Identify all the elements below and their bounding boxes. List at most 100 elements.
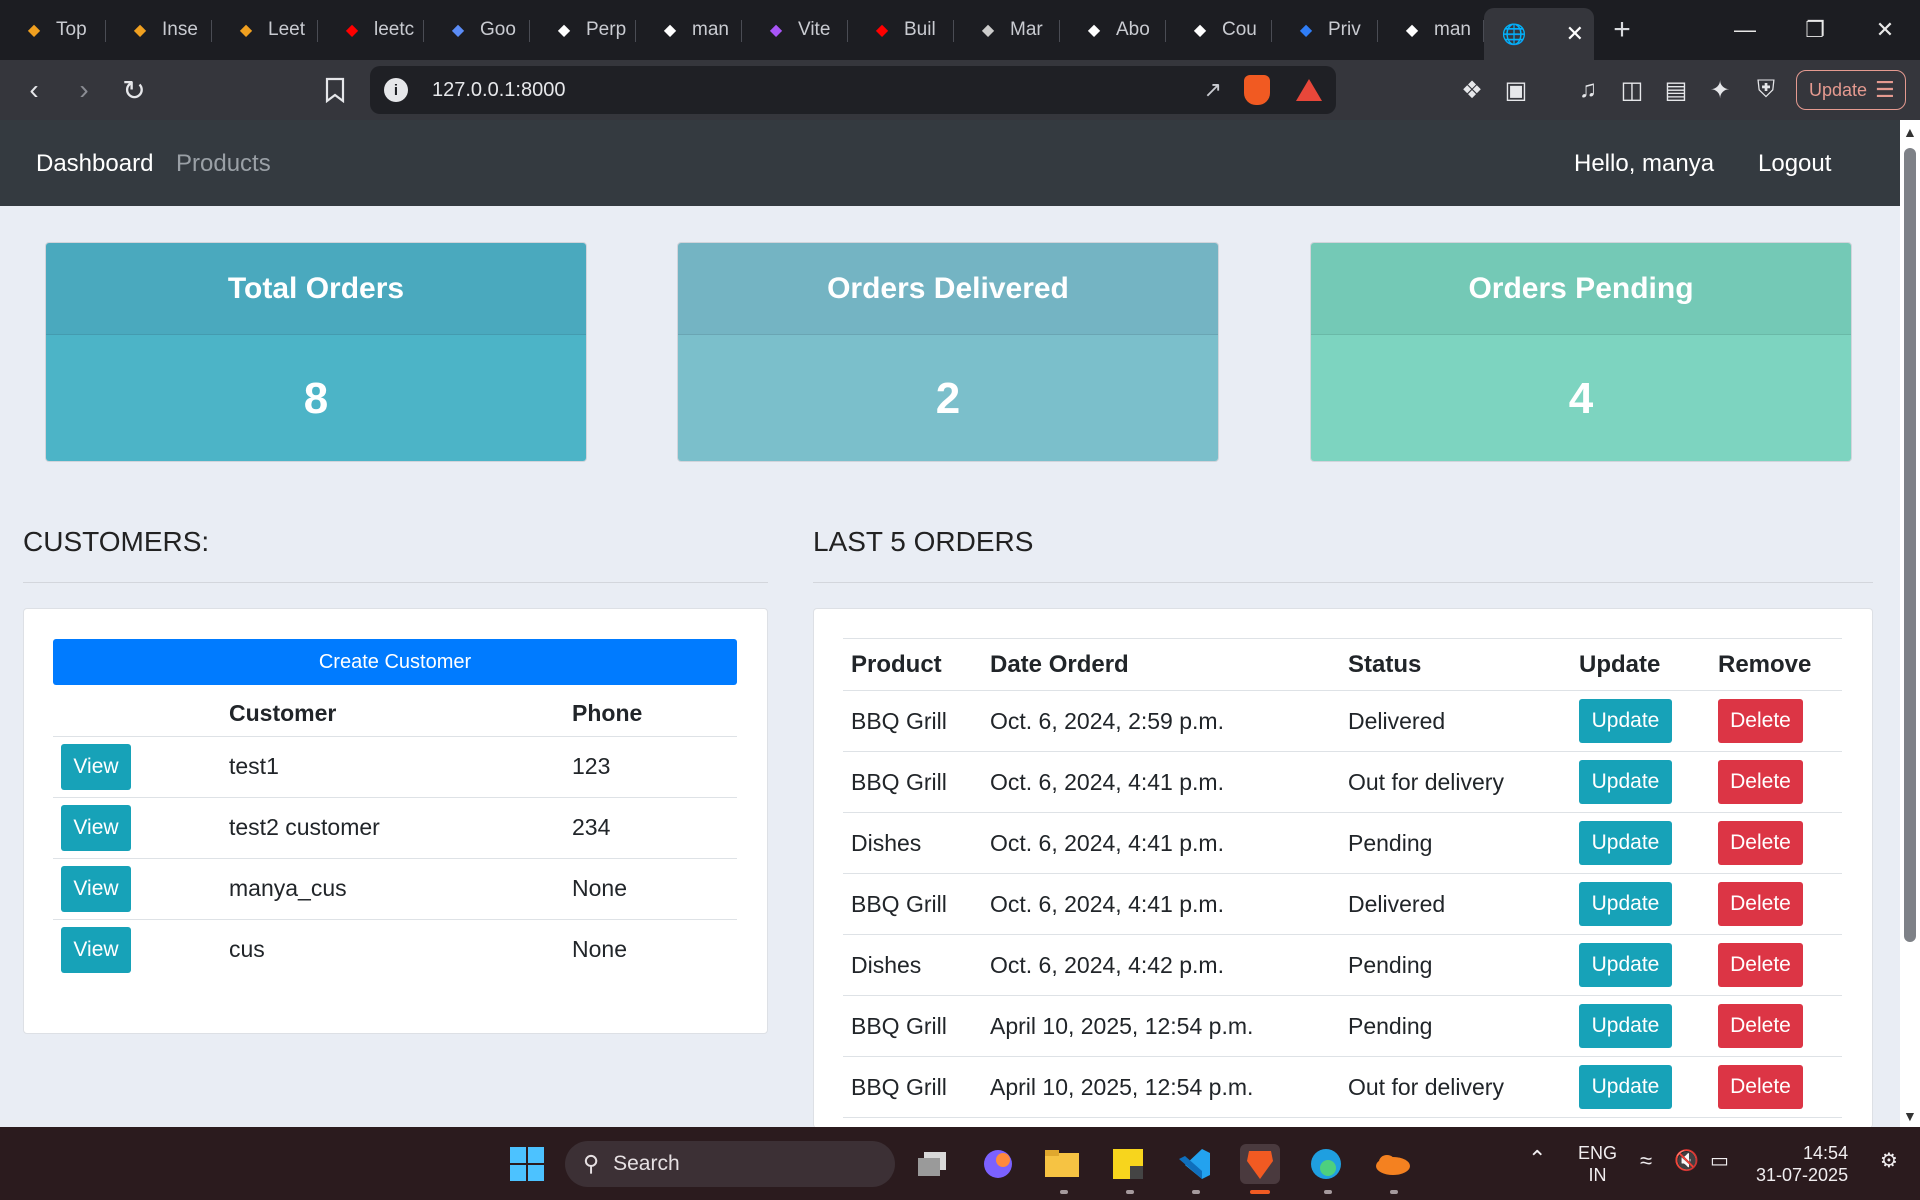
wifi-icon[interactable]: ≈: [1640, 1150, 1652, 1172]
scroll-down-arrow-icon[interactable]: ▼: [1903, 1108, 1917, 1124]
close-window-button[interactable]: ✕: [1850, 0, 1920, 60]
tab-list: ◆ Top ◆ Inse ◆ Leet ◆ leetc ◆ Goo ◆ Perp ◆ man ◆ Vite ◆ B…: [0, 0, 1484, 60]
language-indicator[interactable]: ENG IN: [1578, 1142, 1617, 1186]
edge-icon[interactable]: [1306, 1144, 1346, 1184]
delete-order-button[interactable]: Delete: [1718, 760, 1803, 804]
sidebar-icon[interactable]: ◫: [1612, 70, 1652, 110]
update-order-button[interactable]: Update: [1579, 882, 1672, 926]
reload-button[interactable]: ↻: [112, 68, 156, 112]
browser-tab[interactable]: ◆ Top: [0, 0, 106, 60]
table-row: View test1 123: [53, 736, 737, 798]
brave-shields-icon[interactable]: [1244, 75, 1270, 105]
notifications-icon[interactable]: ⚙: [1880, 1150, 1898, 1172]
tab-active[interactable]: 🌐 ✕: [1484, 8, 1594, 60]
update-order-button[interactable]: Update: [1579, 760, 1672, 804]
view-customer-button[interactable]: View: [61, 865, 131, 912]
cloudflare-warp-icon[interactable]: [1372, 1144, 1412, 1184]
leo-ai-icon[interactable]: ✦: [1700, 70, 1740, 110]
orders-heading: LAST 5 ORDERS: [813, 526, 1034, 557]
update-order-button[interactable]: Update: [1579, 699, 1672, 743]
taskbar-clock[interactable]: 14:54 31-07-2025: [1756, 1142, 1848, 1186]
delete-order-button[interactable]: Delete: [1718, 1004, 1803, 1048]
browser-tab[interactable]: ◆ leetc: [318, 0, 424, 60]
view-customer-button[interactable]: View: [61, 743, 131, 790]
reader-mode-icon[interactable]: ▣: [1496, 70, 1536, 110]
table-row: BBQ Grill Oct. 6, 2024, 2:59 p.m. Delivere…: [843, 690, 1842, 752]
close-tab-icon[interactable]: ✕: [1566, 21, 1584, 47]
forward-button[interactable]: ›: [62, 68, 106, 112]
share-icon[interactable]: ↗: [1204, 77, 1222, 103]
search-icon: ⚲: [583, 1151, 600, 1176]
update-order-button[interactable]: Update: [1579, 821, 1672, 865]
delete-order-button[interactable]: Delete: [1718, 943, 1803, 987]
site-info-icon[interactable]: i: [384, 78, 408, 102]
brave-taskbar-icon[interactable]: [1240, 1144, 1280, 1184]
browser-tab[interactable]: ◆ Buil: [848, 0, 954, 60]
taskbar-search-box[interactable]: ⚲ Search: [565, 1141, 895, 1187]
minimize-button[interactable]: —: [1710, 0, 1780, 60]
view-customer-button[interactable]: View: [61, 804, 131, 851]
url-text[interactable]: 127.0.0.1:8000: [432, 79, 565, 102]
task-view-icon[interactable]: [912, 1144, 952, 1184]
delete-order-button[interactable]: Delete: [1718, 1065, 1803, 1109]
table-row: BBQ Grill Oct. 6, 2024, 4:41 p.m. Delivere…: [843, 873, 1842, 935]
media-icon[interactable]: ♫: [1568, 70, 1608, 110]
back-button[interactable]: ‹: [12, 68, 56, 112]
orders-pending-card: Orders Pending 4: [1310, 242, 1852, 462]
sticky-notes-icon[interactable]: [1108, 1144, 1148, 1184]
browser-tab[interactable]: ◆ man: [636, 0, 742, 60]
gemini-icon: ◆: [451, 22, 465, 39]
wallet-icon[interactable]: ▤: [1656, 70, 1696, 110]
order-status: Pending: [1340, 934, 1571, 996]
table-row: BBQ Grill April 10, 2025, 12:54 p.m. Pendi…: [843, 995, 1842, 1057]
clock-time: 14:54: [1803, 1143, 1849, 1163]
create-customer-button[interactable]: Create Customer: [53, 639, 737, 685]
browser-tab[interactable]: ◆ Leet: [212, 0, 318, 60]
update-cell: Update: [1571, 690, 1710, 752]
vscode-icon[interactable]: [1174, 1144, 1214, 1184]
logout-link[interactable]: Logout: [1758, 150, 1831, 178]
browser-tab[interactable]: ◆ Abo: [1060, 0, 1166, 60]
browser-tab[interactable]: ◆ Inse: [106, 0, 212, 60]
address-bar[interactable]: i 127.0.0.1:8000 ↗: [370, 66, 1336, 114]
brave-rewards-icon[interactable]: [1296, 79, 1322, 101]
delete-order-button[interactable]: Delete: [1718, 699, 1803, 743]
view-customer-button[interactable]: View: [61, 926, 131, 973]
order-status: Delivered: [1340, 873, 1571, 935]
browser-tab[interactable]: ◆ man: [1378, 0, 1484, 60]
chevron-up-icon[interactable]: ⌃: [1528, 1148, 1546, 1170]
tab-label: Goo: [480, 19, 516, 40]
vpn-shield-icon[interactable]: ⛨: [1746, 70, 1786, 110]
youtube-icon: ◆: [345, 22, 359, 39]
battery-icon[interactable]: ▭: [1710, 1150, 1729, 1172]
file-explorer-icon[interactable]: [1042, 1144, 1082, 1184]
bookmark-icon[interactable]: [318, 70, 352, 110]
restore-button[interactable]: ❐: [1780, 0, 1850, 60]
browser-tab[interactable]: ◆ Mar: [954, 0, 1060, 60]
copilot-icon[interactable]: [978, 1144, 1018, 1184]
new-tab-button[interactable]: +: [1594, 13, 1650, 47]
browser-tab[interactable]: ◆ Priv: [1272, 0, 1378, 60]
divider: [813, 582, 1873, 583]
browser-update-button[interactable]: Update ☰: [1796, 70, 1906, 110]
windows-start-icon[interactable]: [507, 1144, 547, 1184]
nav-products-link[interactable]: Products: [176, 150, 271, 178]
browser-tab[interactable]: ◆ Cou: [1166, 0, 1272, 60]
column-header: Date Orderd: [982, 638, 1340, 691]
delete-order-button[interactable]: Delete: [1718, 882, 1803, 926]
volume-muted-icon[interactable]: 🔇: [1674, 1150, 1699, 1172]
nav-dashboard-link[interactable]: Dashboard: [36, 150, 153, 178]
update-order-button[interactable]: Update: [1579, 1065, 1672, 1109]
delete-order-button[interactable]: Delete: [1718, 821, 1803, 865]
browser-tab[interactable]: ◆ Vite: [742, 0, 848, 60]
browser-tab[interactable]: ◆ Perp: [530, 0, 636, 60]
scrollbar-thumb[interactable]: [1904, 148, 1916, 942]
update-cell: Update: [1571, 751, 1710, 813]
browser-tab[interactable]: ◆ Goo: [424, 0, 530, 60]
scroll-up-arrow-icon[interactable]: ▲: [1903, 124, 1917, 140]
update-order-button[interactable]: Update: [1579, 1004, 1672, 1048]
extensions-icon[interactable]: ❖: [1452, 70, 1492, 110]
update-order-button[interactable]: Update: [1579, 943, 1672, 987]
view-cell: View: [53, 919, 229, 980]
order-product: BBQ Grill: [843, 873, 982, 935]
